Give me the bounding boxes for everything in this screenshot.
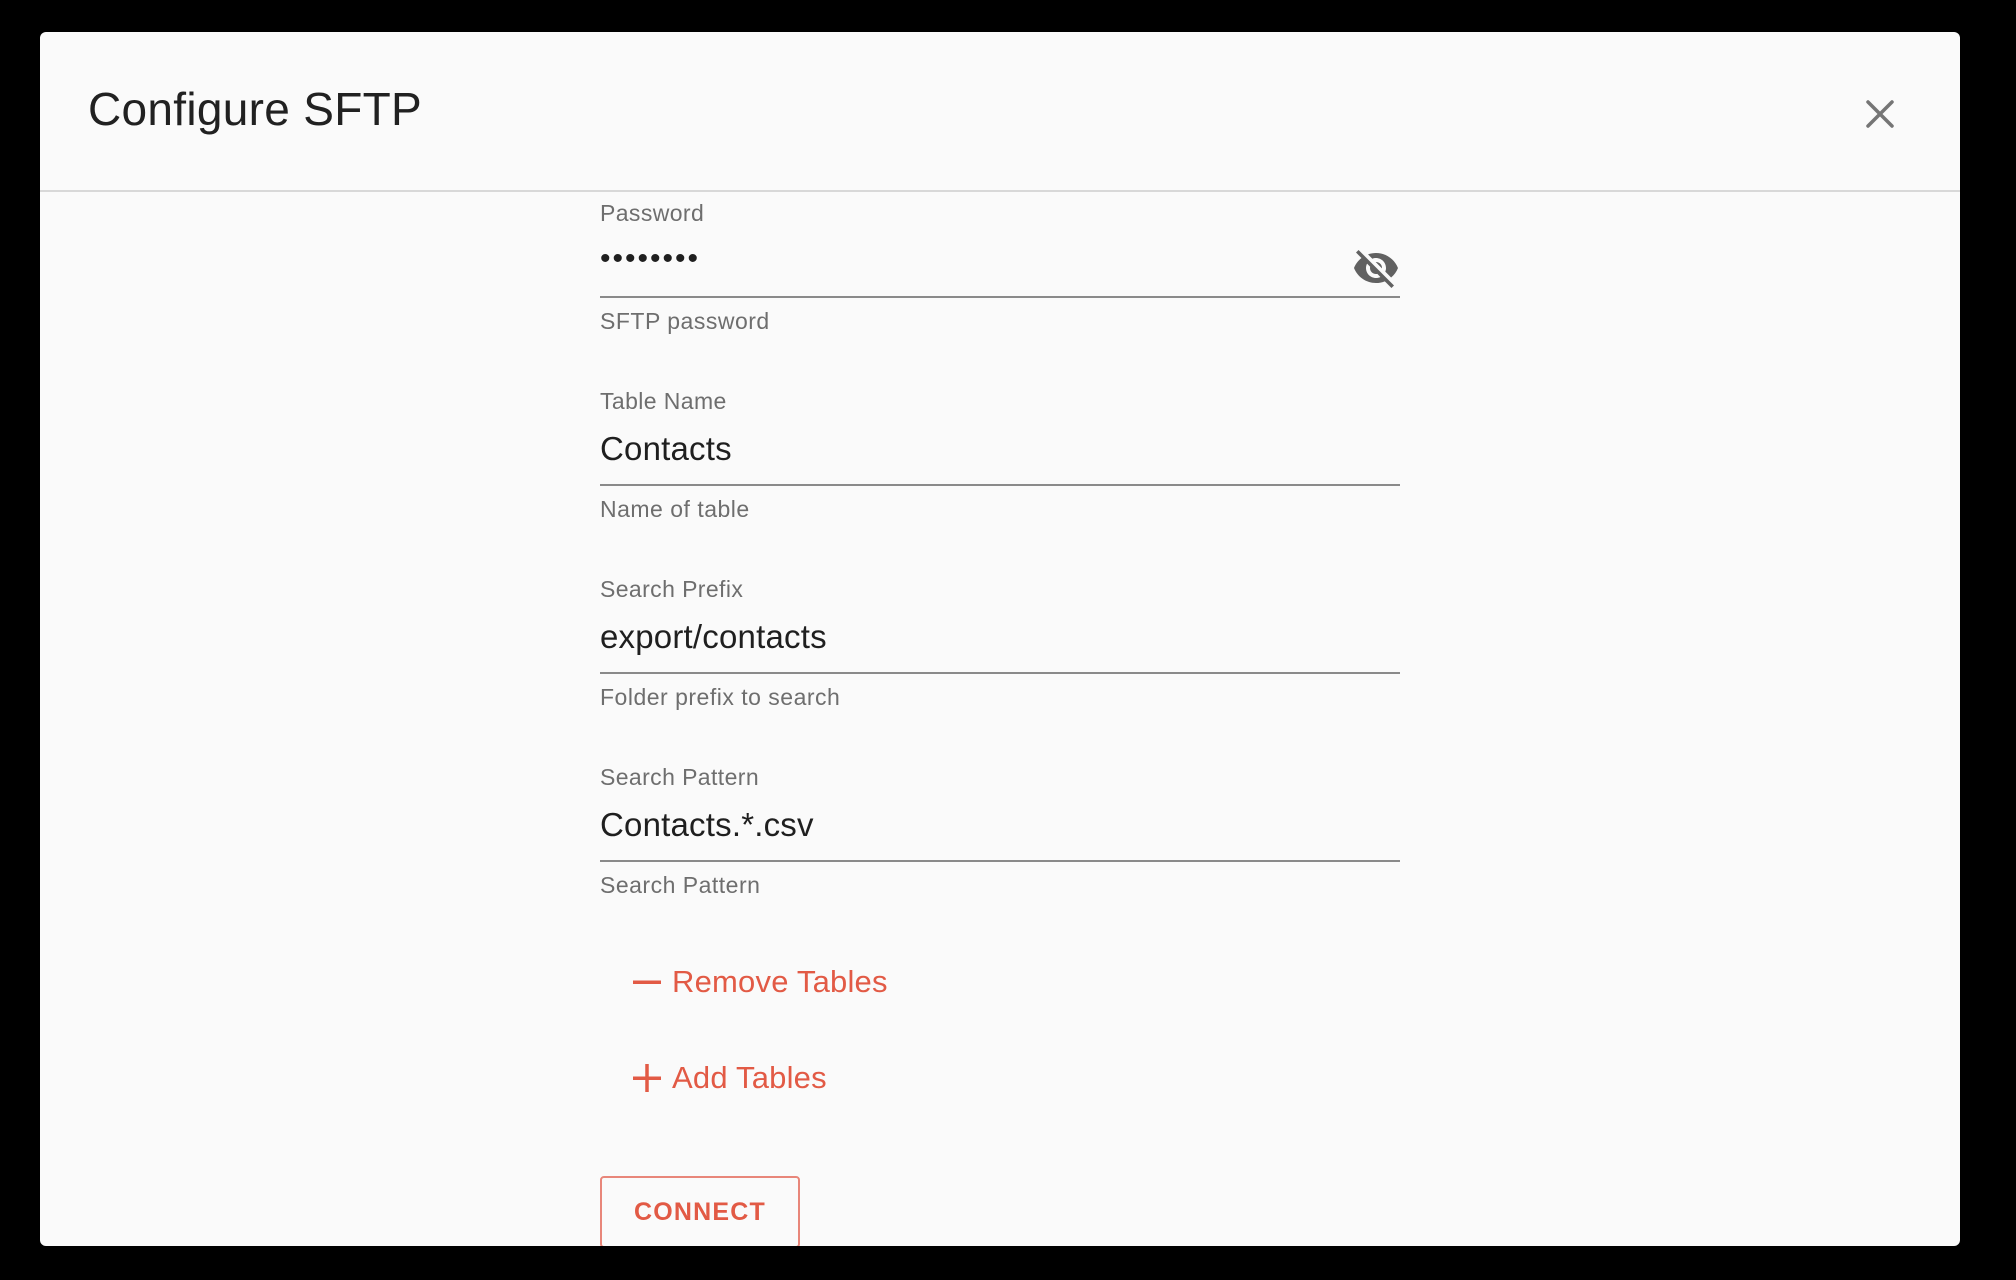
- search-pattern-underline: [600, 860, 1400, 862]
- search-prefix-underline: [600, 672, 1400, 674]
- password-label: Password: [600, 200, 705, 226]
- remove-tables-button[interactable]: Remove Tables: [632, 964, 888, 1000]
- search-prefix-input[interactable]: export/contacts: [600, 618, 827, 656]
- password-input[interactable]: ••••••••: [600, 242, 700, 276]
- search-pattern-helper-text: Search Pattern: [600, 872, 761, 898]
- table-name-input[interactable]: Contacts: [600, 430, 732, 468]
- table-name-underline: [600, 484, 1400, 486]
- add-tables-button[interactable]: Add Tables: [632, 1060, 827, 1096]
- eye-off-icon: [1354, 250, 1398, 288]
- table-name-helper-text: Name of table: [600, 496, 750, 522]
- password-helper-text: SFTP password: [600, 308, 770, 334]
- table-name-label: Table Name: [600, 388, 727, 414]
- remove-tables-label: Remove Tables: [672, 964, 888, 999]
- close-button[interactable]: [1858, 92, 1902, 136]
- connect-button[interactable]: CONNECT: [600, 1176, 800, 1246]
- add-tables-label: Add Tables: [672, 1060, 827, 1095]
- dialog-header: Configure SFTP: [40, 32, 1960, 192]
- plus-icon: [633, 1064, 661, 1092]
- search-pattern-input[interactable]: Contacts.*.csv: [600, 806, 814, 844]
- close-icon: [1866, 100, 1894, 128]
- search-prefix-label: Search Prefix: [600, 576, 744, 602]
- connect-label: CONNECT: [633, 1197, 766, 1226]
- configure-sftp-dialog: Configure SFTP Password •••••••• SFTP pa…: [40, 32, 1960, 1246]
- search-prefix-helper-text: Folder prefix to search: [600, 684, 841, 710]
- search-pattern-label: Search Pattern: [600, 764, 760, 790]
- password-visibility-toggle[interactable]: [1352, 244, 1400, 292]
- minus-icon: [633, 980, 661, 984]
- password-underline: [600, 296, 1400, 298]
- dialog-title: Configure SFTP: [88, 83, 422, 135]
